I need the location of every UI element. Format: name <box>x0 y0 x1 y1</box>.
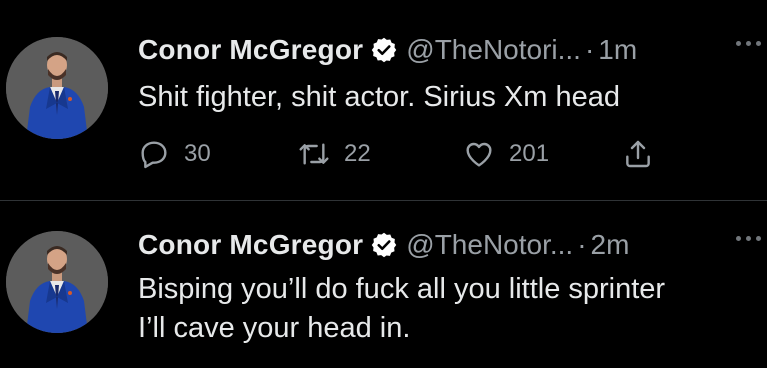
like-count: 201 <box>509 140 550 167</box>
avatar[interactable] <box>6 37 108 139</box>
author-name[interactable]: Conor McGregor <box>138 229 363 261</box>
heart-icon <box>466 142 492 167</box>
tweet-text: Shit fighter, shit actor. Sirius Xm head <box>138 78 757 117</box>
reply-count: 30 <box>184 140 211 167</box>
retweet-count: 22 <box>344 140 371 167</box>
share-icon <box>626 140 650 168</box>
author-name[interactable]: Conor McGregor <box>138 34 363 66</box>
reply-icon <box>141 141 167 169</box>
author-handle[interactable]: @TheNotori... <box>406 34 581 66</box>
tweet[interactable]: Conor McGregor @TheNotor... · 2m Bisping… <box>0 201 767 368</box>
more-horizontal-icon[interactable] <box>736 41 761 46</box>
retweet-icon <box>299 143 329 165</box>
retweet-button[interactable]: 22 <box>298 138 371 170</box>
timestamp[interactable]: 1m <box>598 34 637 66</box>
share-button[interactable] <box>622 138 654 170</box>
tweet-text: Bisping you’ll do fuck all you little sp… <box>138 270 757 348</box>
verified-badge-icon <box>370 36 398 64</box>
separator-dot: · <box>584 34 595 65</box>
tweet-header: Conor McGregor @TheNotori... · 1m <box>138 30 767 70</box>
tweet-actions: 30 22 201 <box>138 138 678 170</box>
reply-button[interactable]: 30 <box>138 138 211 170</box>
separator-dot: · <box>577 229 587 260</box>
avatar[interactable] <box>6 231 108 333</box>
tweet-text-line: I’ll cave your head in. <box>138 312 411 344</box>
author-handle[interactable]: @TheNotor... <box>406 229 573 261</box>
tweet-text-line: Shit fighter, shit actor. Sirius Xm head <box>138 81 620 113</box>
verified-badge-icon <box>370 231 398 259</box>
avatar-photo <box>6 231 108 333</box>
tweet-text-line: Bisping you’ll do fuck all you little sp… <box>138 273 666 305</box>
like-button[interactable]: 201 <box>463 138 549 170</box>
more-horizontal-icon[interactable] <box>736 236 761 241</box>
avatar-photo <box>6 37 108 139</box>
tweet[interactable]: Conor McGregor @TheNotori... · 1m Shit f… <box>0 0 767 200</box>
tweet-header: Conor McGregor @TheNotor... · 2m <box>138 225 767 265</box>
timestamp[interactable]: 2m <box>591 229 630 261</box>
